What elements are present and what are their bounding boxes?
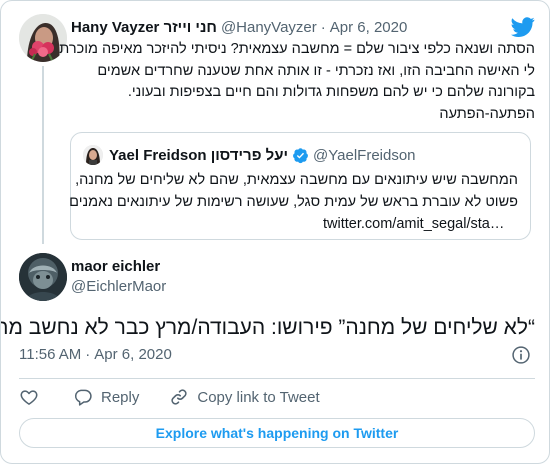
parent-tweet-line: הסתה ושנאה כלפי ציבור שלם = מחשבה עצמאית… xyxy=(59,41,535,57)
main-tweet-timestamp[interactable]: 11:56 AM · Apr 6, 2020 xyxy=(19,346,172,363)
link-icon xyxy=(171,389,187,405)
quoted-tweet-link[interactable]: twitter.com/amit_segal/sta… xyxy=(83,213,518,235)
info-icon[interactable] xyxy=(511,345,531,365)
reply-label: Reply xyxy=(101,388,140,406)
heart-icon xyxy=(20,390,38,405)
quoted-tweet-line: פשוט לא עוברת בראש של עמית סגל, שעושה רש… xyxy=(69,194,518,210)
parent-tweet-line: בקורונה שלהם כי יש להם משפחות גדולות והם… xyxy=(127,84,535,100)
main-tweet-text: “לא שליחים של מחנה” פירושו: העבודה/מרץ כ… xyxy=(0,316,535,339)
twitter-bird-icon[interactable] xyxy=(511,15,535,39)
reply-button[interactable]: Reply xyxy=(73,387,139,407)
parent-author-name[interactable]: Hany Vayzer חני וייזר xyxy=(71,19,217,36)
verified-badge-icon xyxy=(293,147,308,163)
thread-connector-line xyxy=(42,66,44,244)
embedded-tweet-card: Hany Vayzer חני וייזר @HanyVayzer · Apr … xyxy=(0,0,550,464)
parent-tweet-line: הפתעה-הפתעה xyxy=(439,105,535,122)
header-separator: · xyxy=(320,18,326,36)
timestamp-separator: · xyxy=(85,346,91,363)
tweet-date[interactable]: Apr 6, 2020 xyxy=(94,346,172,363)
quoted-author-avatar xyxy=(83,145,103,165)
tweet-time[interactable]: 11:56 AM xyxy=(19,346,81,363)
quoted-tweet-text: המחשבה שיש עיתונאים עם מחשבה עצמאית, שהם… xyxy=(69,169,518,235)
copy-link-button[interactable]: Copy link to Tweet xyxy=(169,387,320,407)
like-button[interactable] xyxy=(19,387,39,407)
quoted-tweet[interactable]: Yael Freidson יעל פרידסון @YaelFreidson … xyxy=(69,132,531,240)
main-author-name[interactable]: maor eichler xyxy=(71,258,160,275)
parent-author-handle[interactable]: @HanyVayzer xyxy=(221,19,317,36)
quoted-author-name: Yael Freidson יעל פרידסון xyxy=(109,146,289,164)
quoted-tweet-header: Yael Freidson יעל פרידסון @YaelFreidson xyxy=(83,145,416,165)
parent-tweet-line: לי האישה החביבה הזו, ואז נזכרתי - זו אות… xyxy=(97,62,535,79)
quoted-tweet-line: המחשבה שיש עיתונאים עם מחשבה עצמאית, שהם… xyxy=(75,172,518,188)
quoted-author-handle: @YaelFreidson xyxy=(313,146,416,164)
parent-tweet-header: Hany Vayzer חני וייזר @HanyVayzer · Apr … xyxy=(71,17,407,37)
main-author-avatar[interactable] xyxy=(19,253,67,301)
explore-twitter-button[interactable]: Explore what's happening on Twitter xyxy=(19,418,535,448)
copy-link-label: Copy link to Tweet xyxy=(197,388,320,406)
actions-divider xyxy=(19,378,535,379)
parent-tweet-date[interactable]: Apr 6, 2020 xyxy=(330,19,408,36)
tweet-actions-bar: Reply Copy link to Tweet xyxy=(19,385,320,409)
reply-bubble-icon xyxy=(74,389,92,406)
main-author-handle[interactable]: @EichlerMaor xyxy=(71,278,166,295)
parent-tweet-text: הסתה ושנאה כלפי ציבור שלם = מחשבה עצמאית… xyxy=(59,39,535,125)
